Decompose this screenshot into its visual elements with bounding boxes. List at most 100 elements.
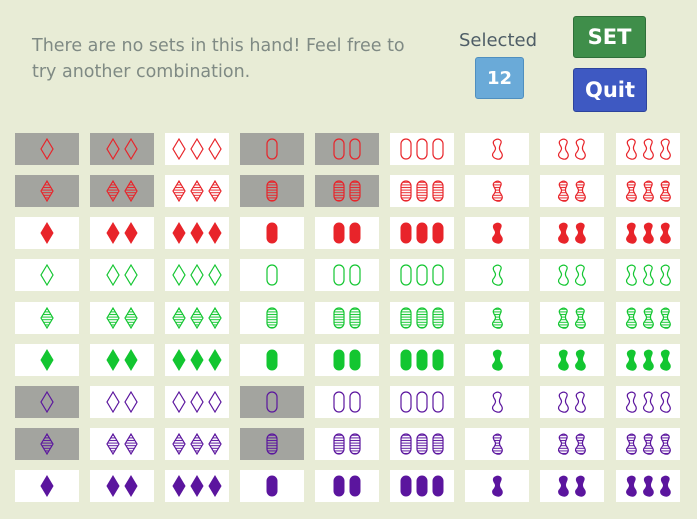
card-1-green-solid-diamond[interactable] (15, 344, 79, 376)
card-1-red-striped-oval[interactable] (240, 175, 304, 207)
diamond-shape (208, 137, 222, 161)
card-2-green-striped-oval[interactable] (315, 302, 379, 334)
card-1-green-striped-oval[interactable] (240, 302, 304, 334)
card-1-purple-outline-diamond[interactable] (15, 386, 79, 418)
squiggle-shape (491, 349, 503, 371)
card-2-purple-solid-squiggle[interactable] (540, 470, 604, 502)
card-3-purple-outline-oval[interactable] (390, 386, 454, 418)
card-2-purple-striped-squiggle[interactable] (540, 428, 604, 460)
card-2-red-striped-squiggle[interactable] (540, 175, 604, 207)
oval-icon (333, 349, 361, 371)
card-2-green-outline-squiggle[interactable] (540, 259, 604, 291)
oval-shape (266, 138, 278, 160)
card-2-red-outline-squiggle[interactable] (540, 133, 604, 165)
card-1-green-striped-squiggle[interactable] (465, 302, 529, 334)
quit-button[interactable]: Quit (573, 68, 647, 112)
diamond-shape (40, 137, 54, 161)
squiggle-shape (491, 222, 503, 244)
card-3-red-outline-squiggle[interactable] (616, 133, 680, 165)
card-2-green-outline-diamond[interactable] (90, 259, 154, 291)
card-3-green-solid-oval[interactable] (390, 344, 454, 376)
card-3-green-solid-squiggle[interactable] (616, 344, 680, 376)
card-1-purple-outline-squiggle[interactable] (465, 386, 529, 418)
card-3-red-outline-diamond[interactable] (165, 133, 229, 165)
card-2-purple-striped-diamond[interactable] (90, 428, 154, 460)
card-3-green-striped-diamond[interactable] (165, 302, 229, 334)
card-1-red-outline-oval[interactable] (240, 133, 304, 165)
card-1-purple-striped-squiggle[interactable] (465, 428, 529, 460)
card-1-red-striped-squiggle[interactable] (465, 175, 529, 207)
card-1-purple-solid-oval[interactable] (240, 470, 304, 502)
card-3-green-striped-oval[interactable] (390, 302, 454, 334)
card-2-green-solid-squiggle[interactable] (540, 344, 604, 376)
card-2-purple-solid-oval[interactable] (315, 470, 379, 502)
squiggle-shape (557, 391, 569, 413)
card-2-green-solid-oval[interactable] (315, 344, 379, 376)
oval-icon (333, 264, 361, 286)
card-2-red-solid-oval[interactable] (315, 217, 379, 249)
card-3-green-striped-squiggle[interactable] (616, 302, 680, 334)
card-2-green-solid-diamond[interactable] (90, 344, 154, 376)
oval-shape (266, 349, 278, 371)
card-1-green-striped-diamond[interactable] (15, 302, 79, 334)
card-2-red-outline-oval[interactable] (315, 133, 379, 165)
card-3-purple-solid-diamond[interactable] (165, 470, 229, 502)
card-3-purple-outline-diamond[interactable] (165, 386, 229, 418)
card-2-red-solid-squiggle[interactable] (540, 217, 604, 249)
card-1-purple-striped-oval[interactable] (240, 428, 304, 460)
card-3-green-outline-diamond[interactable] (165, 259, 229, 291)
card-2-red-striped-oval[interactable] (315, 175, 379, 207)
card-2-red-striped-diamond[interactable] (90, 175, 154, 207)
card-3-green-outline-oval[interactable] (390, 259, 454, 291)
card-1-green-outline-oval[interactable] (240, 259, 304, 291)
set-button[interactable]: SET (573, 16, 646, 58)
card-1-red-solid-diamond[interactable] (15, 217, 79, 249)
oval-shape (333, 349, 345, 371)
squiggle-shape (659, 307, 671, 329)
squiggle-icon (625, 180, 671, 202)
card-3-red-outline-oval[interactable] (390, 133, 454, 165)
card-1-red-solid-squiggle[interactable] (465, 217, 529, 249)
card-3-red-solid-diamond[interactable] (165, 217, 229, 249)
card-3-purple-striped-diamond[interactable] (165, 428, 229, 460)
card-2-purple-outline-oval[interactable] (315, 386, 379, 418)
diamond-shape (172, 349, 186, 371)
card-3-purple-outline-squiggle[interactable] (616, 386, 680, 418)
card-2-purple-striped-oval[interactable] (315, 428, 379, 460)
card-1-green-solid-oval[interactable] (240, 344, 304, 376)
card-2-red-solid-diamond[interactable] (90, 217, 154, 249)
card-1-green-outline-squiggle[interactable] (465, 259, 529, 291)
card-1-red-solid-oval[interactable] (240, 217, 304, 249)
squiggle-shape (557, 264, 569, 286)
squiggle-icon (625, 307, 671, 329)
squiggle-icon (625, 391, 671, 413)
card-1-purple-striped-diamond[interactable] (15, 428, 79, 460)
card-3-red-striped-oval[interactable] (390, 175, 454, 207)
card-2-red-outline-diamond[interactable] (90, 133, 154, 165)
card-3-green-solid-diamond[interactable] (165, 344, 229, 376)
card-3-red-striped-diamond[interactable] (165, 175, 229, 207)
card-2-green-outline-oval[interactable] (315, 259, 379, 291)
card-1-red-outline-squiggle[interactable] (465, 133, 529, 165)
card-1-green-solid-squiggle[interactable] (465, 344, 529, 376)
card-3-purple-solid-squiggle[interactable] (616, 470, 680, 502)
card-1-green-outline-diamond[interactable] (15, 259, 79, 291)
card-2-purple-solid-diamond[interactable] (90, 470, 154, 502)
card-2-green-striped-squiggle[interactable] (540, 302, 604, 334)
card-1-purple-solid-diamond[interactable] (15, 470, 79, 502)
card-1-red-outline-diamond[interactable] (15, 133, 79, 165)
card-3-red-striped-squiggle[interactable] (616, 175, 680, 207)
card-2-green-striped-diamond[interactable] (90, 302, 154, 334)
card-3-purple-striped-squiggle[interactable] (616, 428, 680, 460)
card-3-red-solid-squiggle[interactable] (616, 217, 680, 249)
card-2-purple-outline-diamond[interactable] (90, 386, 154, 418)
card-3-purple-striped-oval[interactable] (390, 428, 454, 460)
card-3-purple-solid-oval[interactable] (390, 470, 454, 502)
card-3-red-solid-oval[interactable] (390, 217, 454, 249)
card-1-purple-outline-oval[interactable] (240, 386, 304, 418)
squiggle-shape (558, 349, 569, 371)
card-3-green-outline-squiggle[interactable] (616, 259, 680, 291)
card-2-purple-outline-squiggle[interactable] (540, 386, 604, 418)
card-1-red-striped-diamond[interactable] (15, 175, 79, 207)
card-1-purple-solid-squiggle[interactable] (465, 470, 529, 502)
